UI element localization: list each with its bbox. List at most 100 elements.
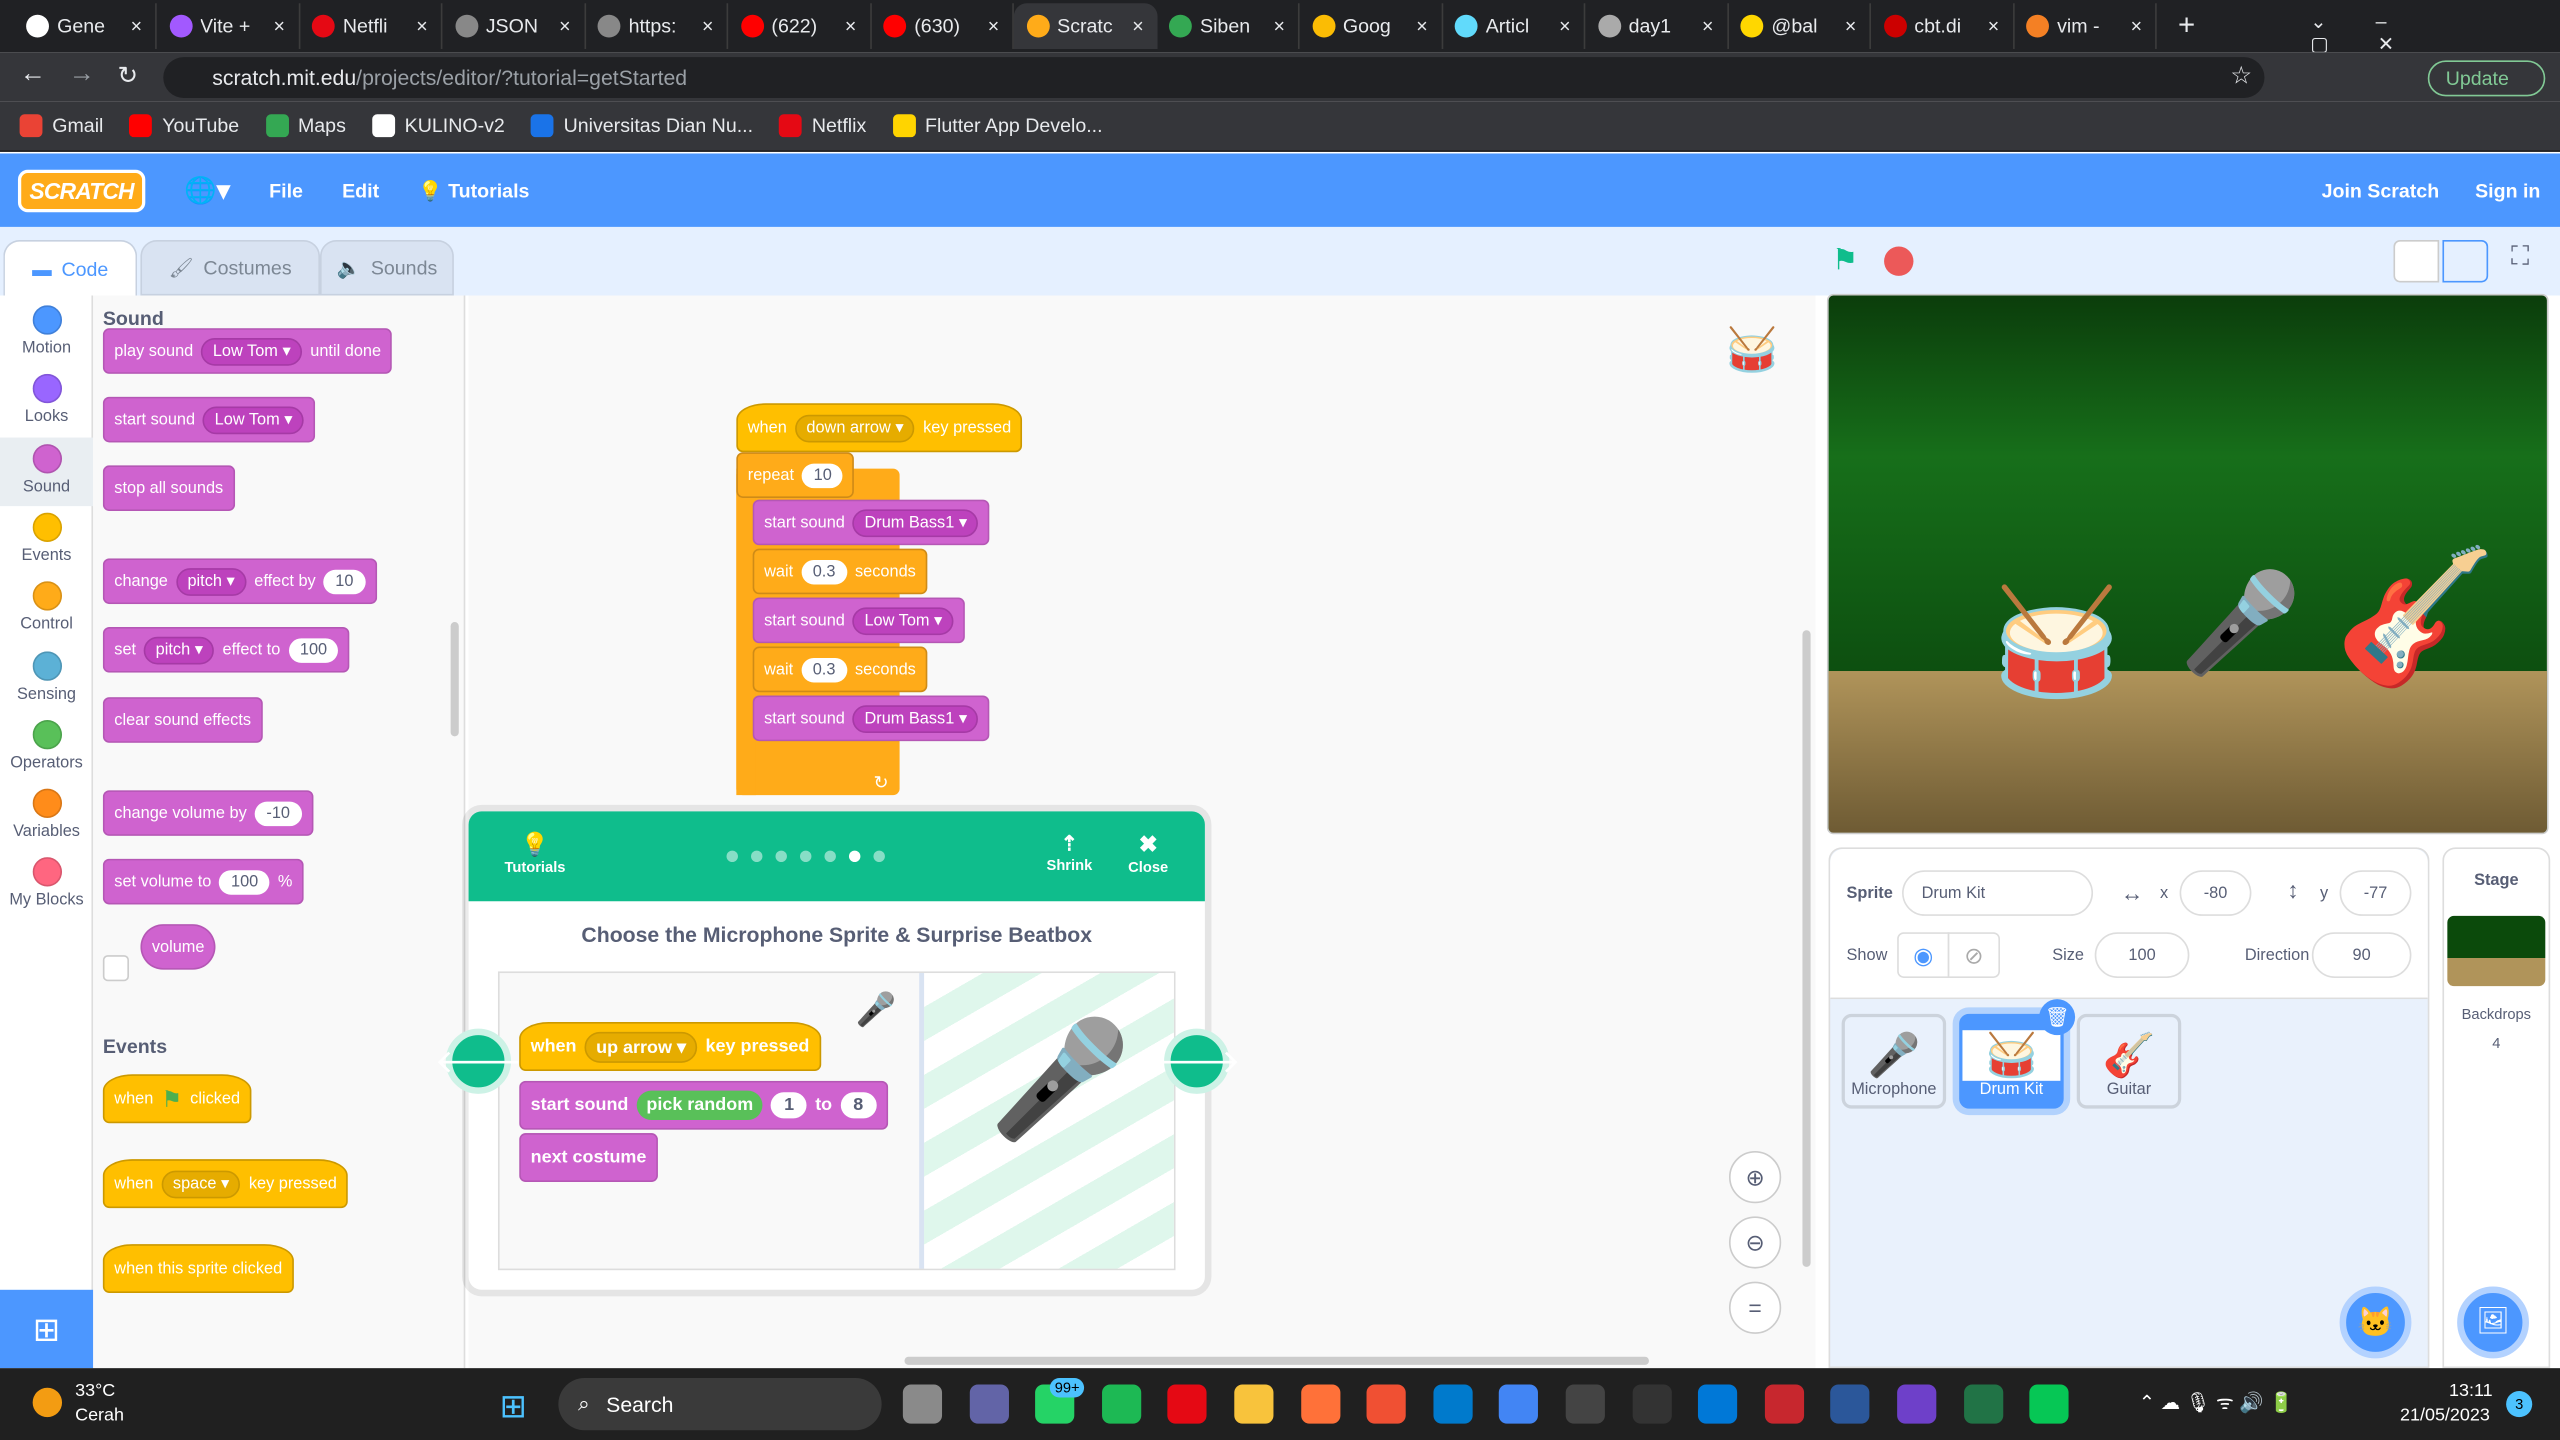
tab-close-icon[interactable]: × [1702, 15, 1713, 38]
taskbar-app-icon[interactable] [1433, 1384, 1473, 1424]
block-number-input[interactable]: 8 [840, 1092, 877, 1119]
edit-menu[interactable]: Edit [342, 179, 379, 202]
step-dot[interactable] [726, 850, 738, 863]
taskbar-search[interactable]: ⌕ Search [558, 1377, 882, 1431]
choose-backdrop-button[interactable]: 🖼 [2457, 1286, 2529, 1359]
palette-scrollbar[interactable] [450, 622, 459, 737]
show-hidden-button[interactable]: ⊘ [1947, 932, 2000, 978]
system-tray-icons[interactable]: ⌃ ☁ 🎙 ᯤ 🔊 🔋 [2139, 1388, 2294, 1416]
tab-close-icon[interactable]: × [988, 15, 999, 38]
join-scratch-link[interactable]: Join Scratch [2322, 179, 2440, 202]
tab-close-icon[interactable]: × [1273, 15, 1284, 38]
taskbar-app-icon[interactable] [1234, 1384, 1274, 1424]
direction-input[interactable]: 90 [2311, 932, 2412, 978]
tab-close-icon[interactable]: × [131, 15, 142, 38]
backdrop-thumbnail[interactable] [2447, 915, 2546, 987]
back-icon[interactable]: ← [20, 60, 46, 89]
taskbar-app-icon[interactable] [1499, 1384, 1539, 1424]
browser-tab[interactable]: Siben × [1156, 3, 1300, 49]
small-stage-button[interactable] [2393, 239, 2440, 283]
category-events[interactable]: Events [0, 506, 93, 575]
block-dropdown[interactable]: down arrow [794, 413, 915, 442]
taskbar-app-icon[interactable] [1897, 1384, 1937, 1424]
tab-code[interactable]: ▬ Code [3, 239, 138, 296]
browser-tab[interactable]: Scratc × [1013, 3, 1157, 49]
taskbar-app-icon[interactable] [1830, 1384, 1871, 1424]
code-block[interactable]: set pitch effect to 100 [102, 626, 350, 673]
x-input[interactable]: -80 [2179, 870, 2252, 916]
code-block[interactable]: change volume by -10 [102, 790, 313, 836]
tab-close-icon[interactable]: × [2131, 15, 2142, 38]
category-sound[interactable]: Sound [0, 436, 94, 506]
code-block[interactable]: when space key pressed [102, 1159, 349, 1209]
pick-random-reporter[interactable]: pick random [636, 1090, 763, 1120]
block-dropdown[interactable]: Low Tom [853, 606, 954, 635]
clock-time[interactable]: 13:11 [2449, 1381, 2493, 1401]
browser-tab[interactable]: https: × [584, 3, 729, 49]
tab-close-icon[interactable]: × [416, 15, 427, 38]
code-block[interactable]: wait 0.3 seconds [752, 646, 928, 693]
browser-tab[interactable]: (630) × [870, 3, 1014, 49]
browser-tab[interactable]: Goog × [1299, 3, 1443, 49]
taskbar-app-icon[interactable] [1565, 1384, 1605, 1424]
browser-tab[interactable]: JSON × [442, 3, 586, 49]
tutorials-menu[interactable]: 💡 Tutorials [418, 179, 529, 202]
code-block[interactable]: when down arrow key pressed [736, 403, 1023, 453]
code-block[interactable]: change pitch effect by 10 [102, 558, 377, 605]
code-block[interactable]: when ⚑ clicked [102, 1074, 252, 1124]
taskbar-app-icon[interactable] [969, 1384, 1009, 1424]
delete-sprite-icon[interactable]: 🗑 [2039, 999, 2076, 1036]
bookmark-item[interactable]: YouTube [129, 114, 239, 138]
stop-icon[interactable] [1884, 246, 1914, 276]
stage-canvas[interactable]: 🥁 🎤 🎸 [1826, 293, 2549, 835]
tab-close-icon[interactable]: × [1845, 15, 1856, 38]
taskbar-app-icon[interactable] [1698, 1384, 1738, 1424]
tab-close-icon[interactable]: × [273, 15, 284, 38]
taskbar-app-icon[interactable] [1167, 1384, 1208, 1424]
code-block[interactable]: next costume [519, 1133, 658, 1183]
block-number-input[interactable]: 100 [288, 637, 339, 663]
code-block[interactable]: start sound Low Tom [752, 597, 966, 644]
fullscreen-icon[interactable]: ⛶ [2511, 243, 2529, 272]
tab-close-icon[interactable]: × [1132, 15, 1143, 38]
clock-date[interactable]: 21/05/2023 [2400, 1406, 2490, 1426]
next-step-button[interactable]: 🡒 [1153, 1028, 1241, 1094]
window-controls[interactable]: ⌄–▢✕ [2310, 10, 2560, 56]
block-number-input[interactable]: 1 [771, 1092, 808, 1119]
language-globe-icon[interactable]: 🌐▾ [184, 174, 230, 207]
windows-start-icon[interactable]: ⊞ [500, 1386, 527, 1427]
bookmark-item[interactable]: Netflix [779, 114, 866, 138]
category-control[interactable]: Control [0, 575, 93, 644]
browser-tab[interactable]: Netfli × [299, 3, 443, 49]
browser-tab[interactable]: Articl × [1442, 3, 1586, 49]
taskbar-app-icon[interactable] [2029, 1384, 2069, 1424]
code-block[interactable]: volume [140, 924, 216, 970]
sprite-name-input[interactable]: Drum Kit [1902, 870, 2094, 916]
bookmark-item[interactable]: Gmail [19, 114, 103, 138]
step-dot[interactable] [824, 850, 836, 863]
browser-tab[interactable]: (622) × [727, 3, 872, 49]
block-number-input[interactable]: -10 [254, 800, 302, 826]
taskbar-app-icon[interactable] [902, 1384, 943, 1424]
tab-sounds[interactable]: 🔈 Sounds [319, 239, 454, 296]
taskbar-app-icon[interactable] [1101, 1384, 1141, 1424]
sprite-tile-microphone[interactable]: 🎤 Microphone [1841, 1013, 1947, 1109]
code-block[interactable]: stop all sounds [102, 465, 235, 512]
block-number-input[interactable]: 0.3 [801, 559, 847, 584]
shrink-button[interactable]: ⇡ Shrink [1047, 831, 1093, 873]
taskbar-app-icon[interactable] [1631, 1384, 1672, 1424]
tab-close-icon[interactable]: × [702, 15, 713, 38]
browser-tab[interactable]: cbt.di × [1870, 3, 2014, 49]
browser-tab[interactable]: vim - × [2013, 3, 2157, 49]
sign-in-link[interactable]: Sign in [2475, 179, 2540, 202]
vertical-scrollbar[interactable] [1802, 630, 1811, 1267]
large-stage-button[interactable] [2442, 239, 2489, 283]
browser-tab[interactable]: Gene × [13, 3, 157, 49]
block-dropdown[interactable]: space [161, 1169, 241, 1198]
block-dropdown[interactable]: up arrow [584, 1031, 698, 1063]
code-block[interactable]: repeat 10 [736, 452, 855, 498]
code-block[interactable]: start sound Low Tom [102, 396, 316, 443]
add-extension-button[interactable]: ⊞ [0, 1289, 94, 1369]
scratch-logo[interactable]: SCRATCH [17, 168, 146, 212]
step-dot[interactable] [799, 850, 812, 863]
